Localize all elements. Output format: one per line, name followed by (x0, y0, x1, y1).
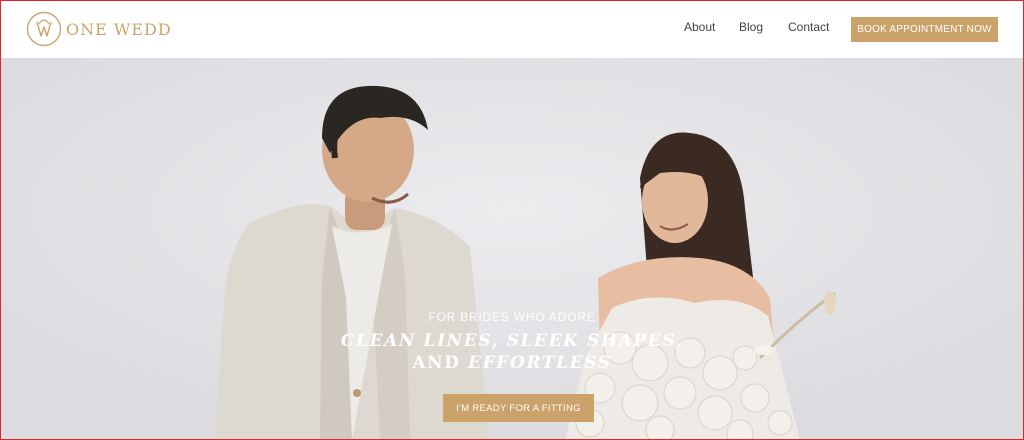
brand-name: ONE WEDD (66, 19, 172, 39)
nav-link-contact[interactable]: Contact (788, 20, 829, 34)
hero-section: FOR BRIDES WHO ADORE CLEAN LINES, SLEEK … (0, 58, 1024, 440)
hero-kicker: FOR BRIDES WHO ADORE (428, 310, 596, 324)
nav-link-about[interactable]: About (684, 20, 715, 34)
hero-headline-plain: AND (412, 353, 461, 373)
brand-logo[interactable]: ONE WEDD (26, 11, 172, 47)
site-header: ONE WEDD About Blog Contact BOOK APPOINT… (0, 0, 1024, 58)
book-appointment-button[interactable]: BOOK APPOINTMENT NOW (851, 17, 998, 42)
hero-headline-line1: CLEAN LINES, SLEEK SHAPES, (340, 331, 684, 351)
hero-headline-italic: EFFORTLESS (468, 353, 612, 373)
fitting-cta-button[interactable]: I'M READY FOR A FITTING (443, 394, 594, 422)
nav-link-blog[interactable]: Blog (739, 20, 763, 34)
hero-headline-line2: AND EFFORTLESS (0, 352, 1024, 374)
hero-photo (0, 58, 1024, 440)
logo-mark-icon (26, 11, 62, 47)
